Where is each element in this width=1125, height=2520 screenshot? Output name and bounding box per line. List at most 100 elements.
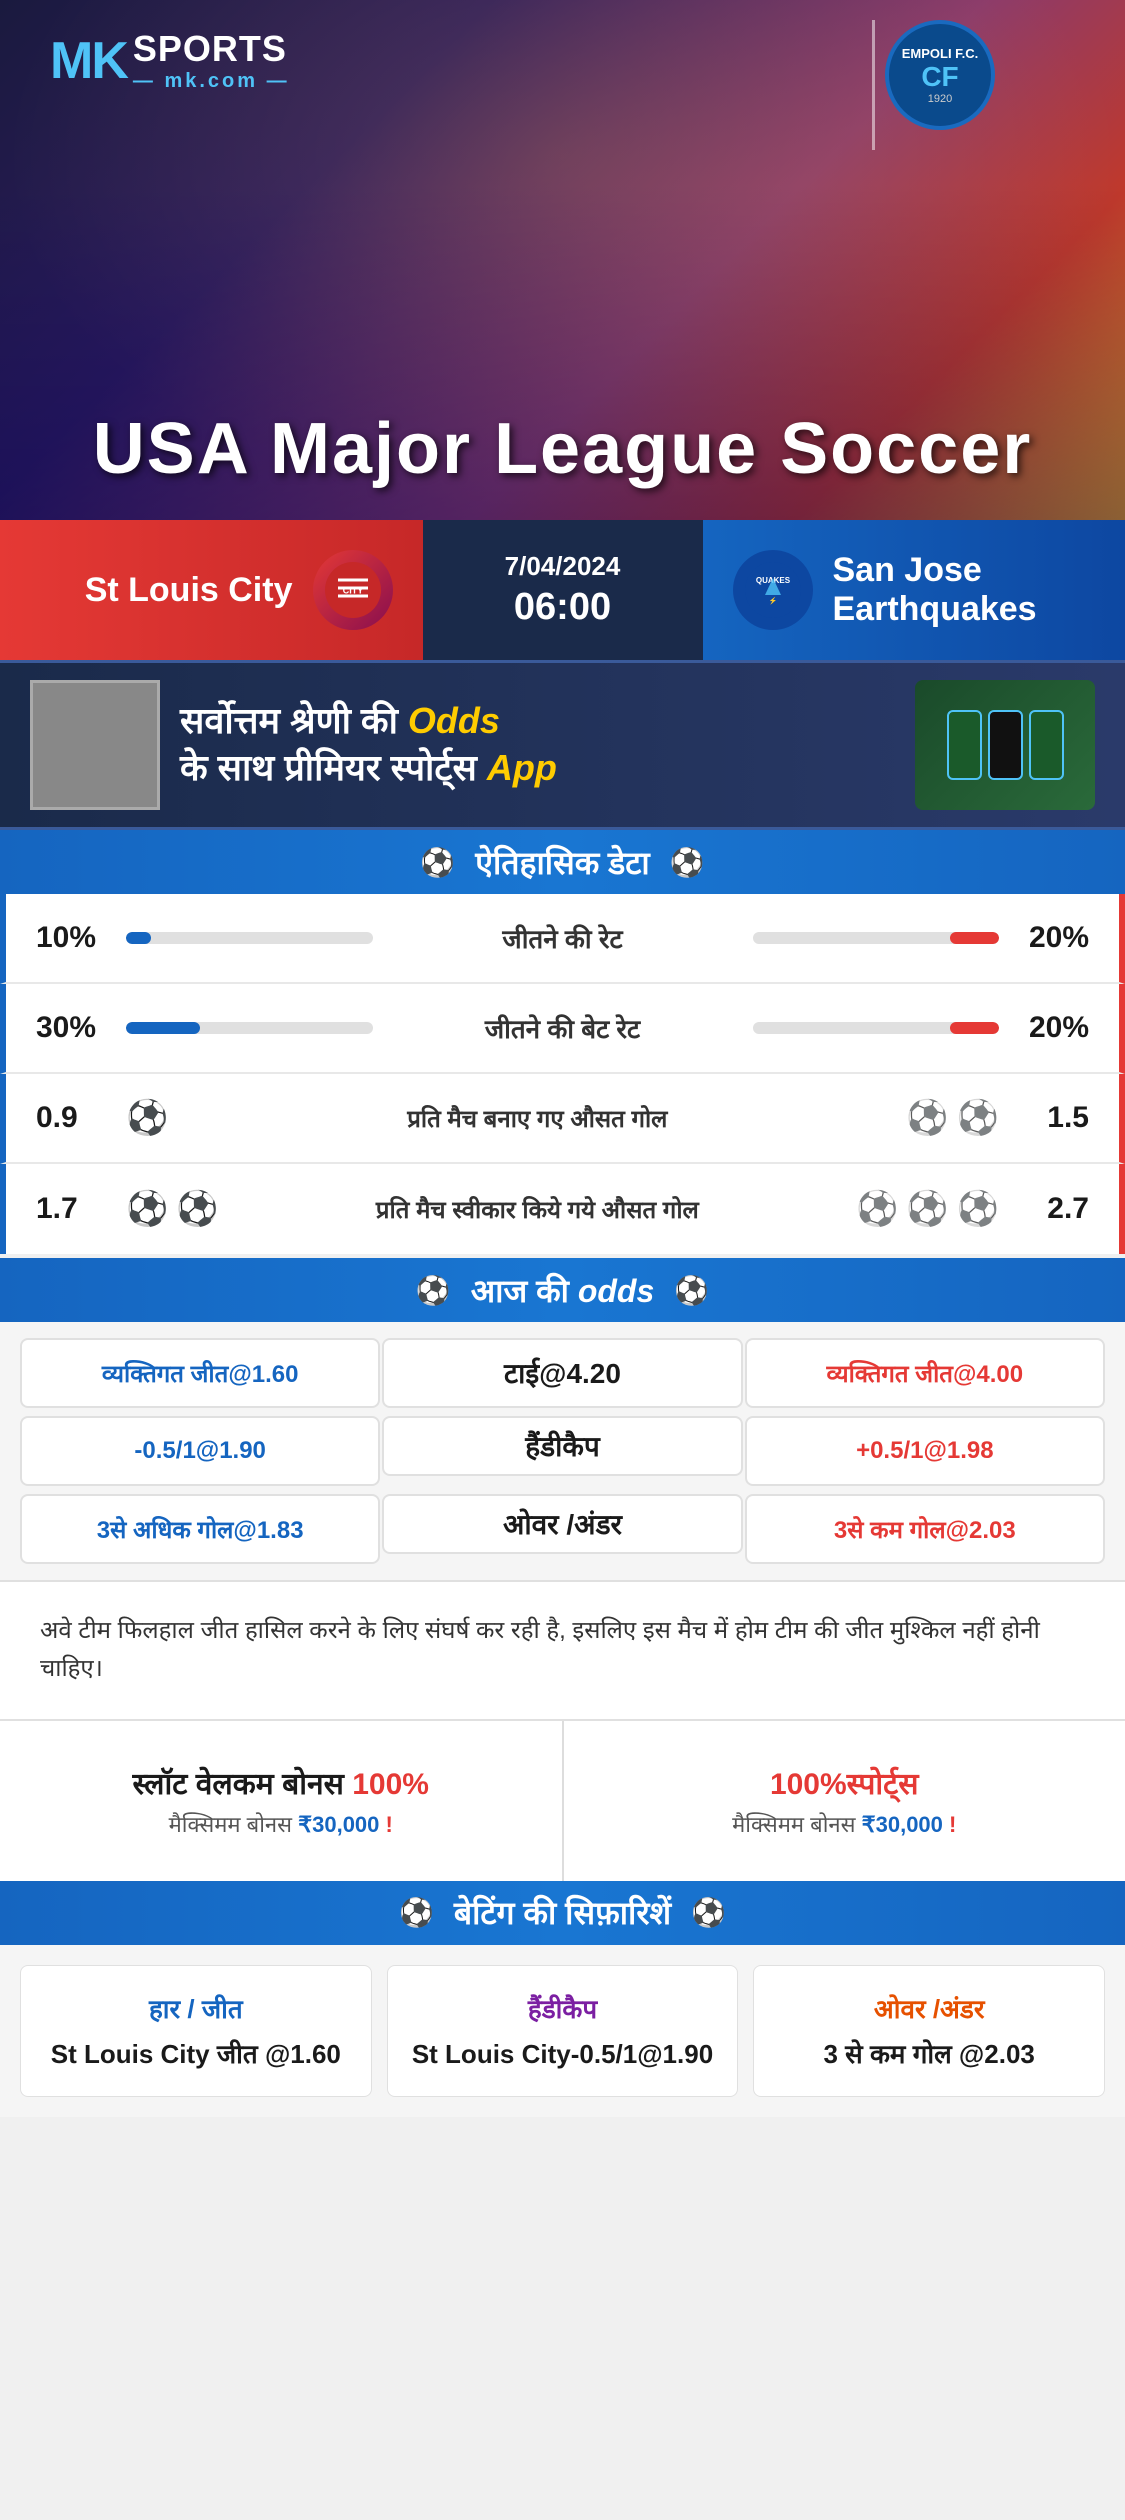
hero-title: USA Major League Soccer bbox=[0, 408, 1125, 490]
goal-icons-right-1: ⚽ ⚽ bbox=[906, 1098, 999, 1138]
bar-right-1 bbox=[753, 932, 1000, 944]
odds-left-win[interactable]: व्यक्तिगत जीत@1.60 bbox=[20, 1338, 380, 1408]
ad-image bbox=[30, 680, 160, 810]
bet-rec-grid: हार / जीत St Louis City जीत @1.60 हैंडीक… bbox=[0, 1945, 1125, 2117]
bar-right-2 bbox=[753, 1022, 1000, 1034]
bet-rec-header: ⚽ बेटिंग की सिफ़ारिशें ⚽ bbox=[0, 1881, 1125, 1945]
goal-icon-blue-2b: ⚽ bbox=[176, 1189, 218, 1229]
odds-right-handicap[interactable]: +0.5/1@1.98 bbox=[745, 1416, 1105, 1486]
historical-header: ⚽ ऐतिहासिक डेटा ⚽ bbox=[0, 830, 1125, 894]
bar-right-2-fill bbox=[950, 1022, 999, 1034]
odds-center-tie[interactable]: टाई@4.20 bbox=[382, 1338, 742, 1408]
odds-left-ou[interactable]: 3से अधिक गोल@1.83 bbox=[20, 1494, 380, 1564]
goal-icon-red-1b: ⚽ bbox=[957, 1098, 999, 1138]
goal-icon-red-2b: ⚽ bbox=[906, 1189, 948, 1229]
goal-icon-red-1a: ⚽ bbox=[906, 1098, 948, 1138]
bet-rec-type-2: हैंडीकैप bbox=[528, 1990, 597, 2026]
bonus-right[interactable]: 100%स्पोर्ट्स मैक्सिमम बोनस ₹30,000 ! bbox=[564, 1721, 1125, 1881]
bet-rec-type-1: हार / जीत bbox=[149, 1990, 243, 2026]
stats-row-2: 30% जीतने की बेट रेट 20% bbox=[0, 984, 1125, 1074]
bonus-right-sub: मैक्सिमम बोनस ₹30,000 ! bbox=[732, 1809, 956, 1839]
bet-rec-type-3: ओवर /अंडर bbox=[874, 1990, 985, 2026]
goal-row-2: 1.7 ⚽ ⚽ प्रति मैच स्वीकार किये गये औसत ग… bbox=[0, 1164, 1125, 1254]
team-right-logo: QUAKES ⚡ bbox=[733, 550, 813, 630]
empoli-cf: CF bbox=[921, 61, 958, 93]
bet-rec-value-2: St Louis City-0.5/1@1.90 bbox=[412, 2036, 713, 2072]
hero-banner: MK SPORTS — mk.com — EMPOLI F.C. CF 1920… bbox=[0, 0, 1125, 520]
bet-rec-value-3: 3 से कम गोल @2.03 bbox=[823, 2036, 1034, 2072]
goal-right-1: 1.5 bbox=[999, 1101, 1089, 1135]
odds-section: व्यक्तिगत जीत@1.60 टाई@4.20 व्यक्तिगत जी… bbox=[0, 1322, 1125, 1580]
mk-text: MK bbox=[50, 35, 127, 87]
team-right-name: San Jose Earthquakes bbox=[833, 551, 1125, 629]
ball-icon-odds-right: ⚽ bbox=[674, 1274, 709, 1307]
bonus-left-sub: मैक्सिमम बोनस ₹30,000 ! bbox=[169, 1809, 393, 1839]
bet-rec-value-1: St Louis City जीत @1.60 bbox=[51, 2036, 341, 2072]
note-text: अवे टीम फिलहाल जीत हासिल करने के लिए संघ… bbox=[40, 1612, 1085, 1689]
team-right-section: QUAKES ⚡ San Jose Earthquakes bbox=[703, 520, 1125, 660]
odds-row-1: व्यक्तिगत जीत@1.60 टाई@4.20 व्यक्तिगत जी… bbox=[0, 1322, 1125, 1412]
empoli-name: EMPOLI F.C. bbox=[902, 46, 979, 61]
bar-left-2 bbox=[126, 1022, 373, 1034]
bet-rec-section: हार / जीत St Louis City जीत @1.60 हैंडीक… bbox=[0, 1945, 1125, 2117]
odds-right-win[interactable]: व्यक्तिगत जीत@4.00 bbox=[745, 1338, 1105, 1408]
match-center: 7/04/2024 06:00 bbox=[423, 520, 703, 660]
goal-label-2: प्रति मैच स्वीकार किये गये औसत गोल bbox=[239, 1193, 836, 1226]
odds-right-ou[interactable]: 3से कम गोल@2.03 bbox=[745, 1494, 1105, 1564]
stats-table: 10% जीतने की रेट 20% 30% जीतने की बेट रे… bbox=[0, 894, 1125, 1254]
goal-icons-right-2: ⚽ ⚽ ⚽ bbox=[856, 1189, 999, 1229]
goal-icons-left-2: ⚽ ⚽ bbox=[126, 1189, 219, 1229]
goal-icon-blue-1: ⚽ bbox=[126, 1098, 168, 1138]
goal-icon-blue-2a: ⚽ bbox=[126, 1189, 168, 1229]
ad-text: सर्वोत्तम श्रेणी की Oddsके साथ प्रीमियर … bbox=[180, 698, 895, 792]
bonus-right-title: 100%स्पोर्ट्स bbox=[770, 1762, 919, 1803]
goal-label-1: प्रति मैच बनाए गए औसत गोल bbox=[188, 1102, 886, 1135]
stat-left-2: 30% bbox=[36, 1011, 126, 1045]
odds-left-handicap[interactable]: -0.5/1@1.90 bbox=[20, 1416, 380, 1486]
ball-icon-right: ⚽ bbox=[670, 846, 705, 879]
stat-right-1: 20% bbox=[999, 921, 1089, 955]
historical-title: ऐतिहासिक डेटा bbox=[475, 841, 649, 884]
goal-icon-red-2a: ⚽ bbox=[856, 1189, 898, 1229]
bar-left-1 bbox=[126, 932, 373, 944]
svg-text:⚡: ⚡ bbox=[768, 596, 777, 605]
bet-rec-1[interactable]: हार / जीत St Louis City जीत @1.60 bbox=[20, 1965, 372, 2097]
goal-left-2: 1.7 bbox=[36, 1192, 126, 1226]
goal-icon-red-2c: ⚽ bbox=[957, 1189, 999, 1229]
stat-label-1: जीतने की रेट bbox=[393, 920, 733, 956]
note-section: अवे टीम फिलहाल जीत हासिल करने के लिए संघ… bbox=[0, 1580, 1125, 1721]
ad-phones bbox=[915, 680, 1095, 810]
mk-sports-logo: MK SPORTS — mk.com — bbox=[50, 28, 290, 93]
sports-text: SPORTS bbox=[133, 28, 290, 70]
phone-1 bbox=[947, 710, 982, 780]
match-date: 7/04/2024 bbox=[505, 551, 621, 582]
team-left-logo: CITY bbox=[313, 550, 393, 630]
ad-banner[interactable]: सर्वोत्तम श्रेणी की Oddsके साथ प्रीमियर … bbox=[0, 660, 1125, 830]
bar-right-1-fill bbox=[950, 932, 999, 944]
stat-label-2: जीतने की बेट रेट bbox=[393, 1010, 733, 1046]
bet-rec-title: बेटिंग की सिफ़ारिशें bbox=[454, 1891, 671, 1934]
stats-row-1: 10% जीतने की रेट 20% bbox=[0, 894, 1125, 984]
odds-row-2: -0.5/1@1.90 हैंडीकैप +0.5/1@1.98 bbox=[0, 1412, 1125, 1490]
team-left-section: St Louis City CITY bbox=[0, 520, 423, 660]
odds-title: आज की odds bbox=[471, 1269, 655, 1312]
phone-3 bbox=[1029, 710, 1064, 780]
odds-header: ⚽ आज की odds ⚽ bbox=[0, 1258, 1125, 1322]
goal-icons-left-1: ⚽ bbox=[126, 1098, 168, 1138]
ball-icon-left: ⚽ bbox=[420, 846, 455, 879]
match-bar: St Louis City CITY 7/04/2024 06:00 QUAKE… bbox=[0, 520, 1125, 660]
bonus-left[interactable]: स्लॉट वेलकम बोनस 100% मैक्सिमम बोनस ₹30,… bbox=[0, 1721, 564, 1881]
team-left-name: St Louis City bbox=[85, 571, 293, 610]
bet-rec-2[interactable]: हैंडीकैप St Louis City-0.5/1@1.90 bbox=[387, 1965, 739, 2097]
ball-icon-rec-right: ⚽ bbox=[691, 1896, 726, 1929]
match-time: 06:00 bbox=[514, 586, 611, 629]
odds-center-ou-label: ओवर /अंडर bbox=[382, 1494, 742, 1554]
bar-left-1-fill bbox=[126, 932, 151, 944]
bonus-section[interactable]: स्लॉट वेलकम बोनस 100% मैक्सिमम बोनस ₹30,… bbox=[0, 1721, 1125, 1881]
odds-center-handicap-label: हैंडीकैप bbox=[382, 1416, 742, 1476]
goal-right-2: 2.7 bbox=[999, 1192, 1089, 1226]
ball-icon-rec-left: ⚽ bbox=[399, 1896, 434, 1929]
ball-icon-odds-left: ⚽ bbox=[416, 1274, 451, 1307]
phone-2 bbox=[988, 710, 1023, 780]
bet-rec-3[interactable]: ओवर /अंडर 3 से कम गोल @2.03 bbox=[753, 1965, 1105, 2097]
